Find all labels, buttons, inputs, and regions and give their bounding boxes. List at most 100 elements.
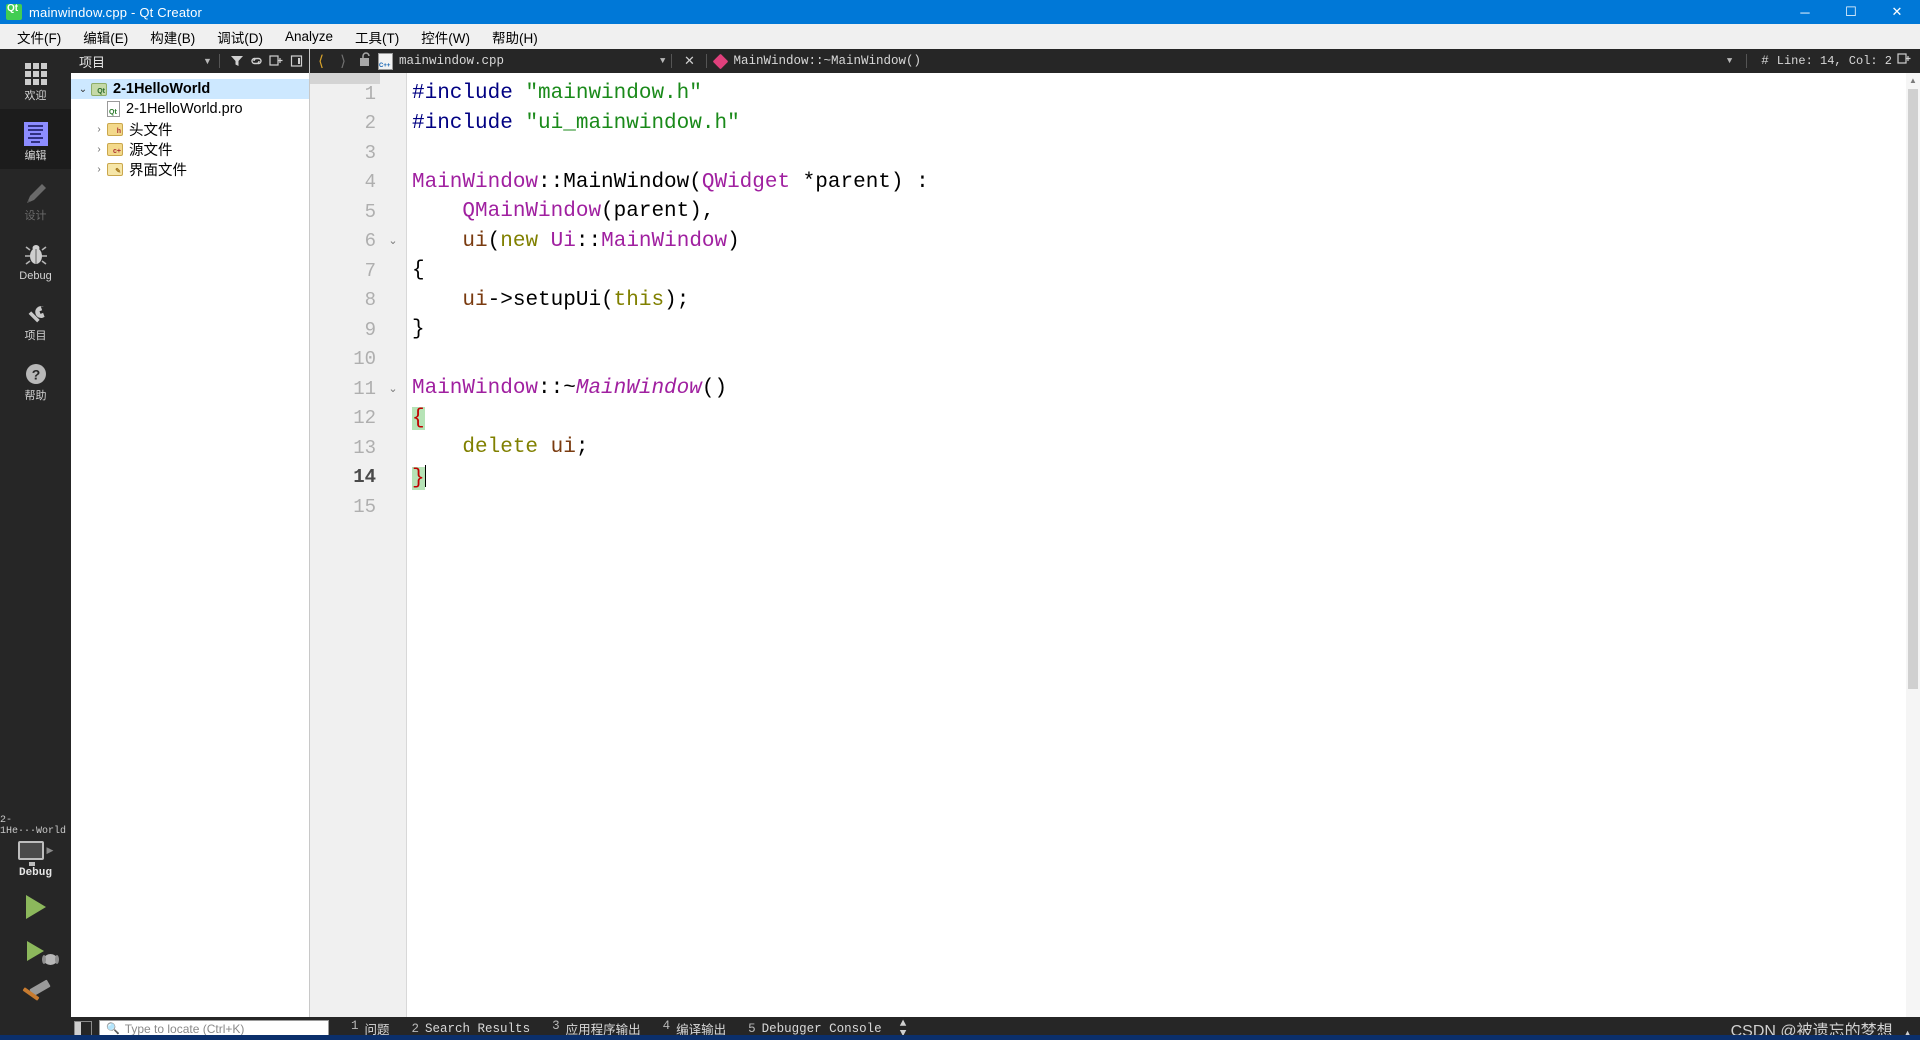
navigate-back-icon[interactable]: ⟨ — [310, 52, 332, 71]
code-line[interactable]: 10 — [310, 345, 1920, 375]
chevron-down-icon[interactable]: ▼ — [203, 56, 212, 66]
mode-edit[interactable]: 编辑 — [0, 109, 71, 169]
window-title-bar: mainwindow.cpp - Qt Creator ─ ☐ ✕ — [0, 0, 1920, 24]
mode-debug[interactable]: Debug — [0, 229, 71, 289]
kit-project-name: 2-1He···World — [0, 815, 67, 837]
editor-vertical-scrollbar[interactable]: ▲ — [1906, 73, 1920, 1017]
fold-marker-icon[interactable]: ⌄ — [380, 234, 406, 248]
kit-selector[interactable]: 2-1He···World ▶ Debug — [0, 815, 71, 885]
fold-marker-icon[interactable]: ⌄ — [380, 382, 406, 396]
editor-filename[interactable]: mainwindow.cpp — [399, 54, 504, 68]
code-line[interactable]: 5 QMainWindow(parent), — [310, 197, 1920, 227]
start-debugging-button[interactable] — [0, 929, 71, 973]
line-number: 6 — [364, 230, 376, 253]
tree-item-forms[interactable]: › ✎ 界面文件 — [71, 159, 309, 179]
menu-debug[interactable]: 调试(D) — [206, 24, 274, 50]
chevron-right-icon[interactable]: › — [91, 124, 107, 135]
output-tab-search-results[interactable]: 2 Search Results — [412, 1022, 531, 1036]
maximize-button[interactable]: ☐ — [1828, 0, 1874, 24]
close-panel-icon[interactable] — [287, 51, 307, 71]
code-line[interactable]: 1 #include "mainwindow.h" — [310, 79, 1920, 109]
code-token: ); — [664, 288, 690, 312]
chevron-down-icon[interactable]: ⌄ — [75, 84, 91, 95]
build-button[interactable] — [0, 973, 71, 1017]
mode-welcome[interactable]: 欢迎 — [0, 49, 71, 109]
pro-file-icon: Qt — [107, 101, 120, 117]
code-line[interactable]: 9} — [310, 315, 1920, 345]
menu-tools[interactable]: 工具(T) — [344, 24, 410, 50]
build-hammer-icon — [21, 979, 51, 1008]
menu-analyze[interactable]: Analyze — [274, 26, 344, 47]
run-button[interactable] — [0, 885, 71, 929]
line-number: 15 — [353, 495, 376, 518]
filter-icon[interactable] — [227, 51, 247, 71]
menu-build[interactable]: 构建(B) — [139, 24, 206, 50]
code-token: delete — [462, 436, 539, 460]
menu-help[interactable]: 帮助(H) — [481, 24, 549, 50]
code-token: ui — [462, 288, 488, 312]
navigate-forward-icon[interactable]: ⟩ — [332, 52, 354, 71]
code-token: #include — [412, 111, 513, 135]
code-line[interactable]: 15 — [310, 492, 1920, 522]
forms-folder-icon: ✎ — [107, 162, 123, 176]
code-line[interactable]: 11 ⌄ MainWindow::~MainWindow() — [310, 374, 1920, 404]
line-number: 1 — [364, 82, 376, 105]
chevron-right-icon[interactable]: › — [91, 144, 107, 155]
unlocked-padlock-icon[interactable] — [354, 51, 376, 71]
mode-projects[interactable]: 项目 — [0, 289, 71, 349]
code-line[interactable]: 6 ⌄ ui(new Ui::MainWindow) — [310, 227, 1920, 257]
tree-item-sources[interactable]: › c+ 源文件 — [71, 139, 309, 159]
close-document-icon[interactable]: ✕ — [678, 54, 700, 69]
code-line[interactable]: 8 ui->setupUi(this); — [310, 286, 1920, 316]
code-token: (parent), — [601, 200, 715, 224]
menu-edit[interactable]: 编辑(E) — [72, 24, 139, 50]
tree-item-headers[interactable]: › h 头文件 — [71, 119, 309, 139]
menu-file[interactable]: 文件(F) — [6, 24, 72, 50]
mode-help[interactable]: ? 帮助 — [0, 349, 71, 409]
menu-window[interactable]: 控件(W) — [410, 24, 481, 50]
qt-logo-icon — [6, 3, 22, 20]
chevron-right-icon[interactable]: › — [91, 164, 107, 175]
code-line[interactable]: 12 { — [310, 404, 1920, 434]
code-text: MainWindow::~MainWindow() — [406, 377, 727, 400]
output-tab-debugger-console[interactable]: 5 Debugger Console — [748, 1022, 882, 1036]
project-view-combo[interactable]: 项目 — [79, 52, 105, 71]
symbol-selector[interactable]: MainWindow::~MainWindow() — [733, 54, 921, 68]
code-token: QWidget — [701, 170, 791, 194]
code-editor[interactable]: 1 #include "mainwindow.h" 2 #include "ui_ma… — [310, 73, 1920, 1017]
code-text: { — [406, 259, 425, 282]
scroll-up-icon[interactable]: ▲ — [1906, 73, 1920, 87]
code-token: } — [412, 318, 425, 342]
code-text: #include "mainwindow.h" — [406, 82, 702, 105]
code-line[interactable]: 13 delete ui; — [310, 433, 1920, 463]
link-icon[interactable] — [247, 51, 267, 71]
line-number: 11 — [353, 377, 376, 400]
code-line[interactable]: 4 MainWindow::MainWindow(QWidget *parent)… — [310, 168, 1920, 198]
scrollbar-thumb[interactable] — [1908, 89, 1918, 689]
split-icon[interactable] — [267, 51, 287, 71]
code-line[interactable]: 14} — [310, 463, 1920, 493]
minimize-button[interactable]: ─ — [1782, 0, 1828, 24]
line-col-indicator[interactable]: Line: 14, Col: 2 — [1777, 54, 1892, 68]
code-line[interactable]: 3 — [310, 138, 1920, 168]
output-tab-number: 2 — [411, 1021, 420, 1036]
code-line[interactable]: 2 #include "ui_mainwindow.h" — [310, 109, 1920, 139]
code-token: ( — [487, 229, 501, 253]
close-button[interactable]: ✕ — [1874, 0, 1920, 24]
project-tree: ⌄ Qt 2-1HelloWorld Qt 2-1HelloWorld.pro … — [71, 73, 309, 179]
split-editor-icon[interactable] — [1892, 52, 1916, 70]
code-line[interactable]: 7{ — [310, 256, 1920, 286]
project-panel-header: 项目 ▼ — [71, 49, 309, 73]
tree-item-project[interactable]: ⌄ Qt 2-1HelloWorld — [71, 79, 309, 99]
code-token: Ui — [550, 229, 576, 253]
mode-design[interactable]: 设计 — [0, 169, 71, 229]
bug-icon — [23, 241, 49, 267]
chevron-down-icon[interactable]: ▼ — [660, 56, 665, 66]
tree-item-pro-file[interactable]: Qt 2-1HelloWorld.pro — [71, 99, 309, 119]
taskbar-strip — [0, 1035, 1920, 1040]
code-lines: 1 #include "mainwindow.h" 2 #include "ui_ma… — [310, 79, 1920, 522]
code-text: } — [406, 318, 425, 341]
symbol-chevron-down-icon[interactable]: ▼ — [1727, 56, 1732, 66]
